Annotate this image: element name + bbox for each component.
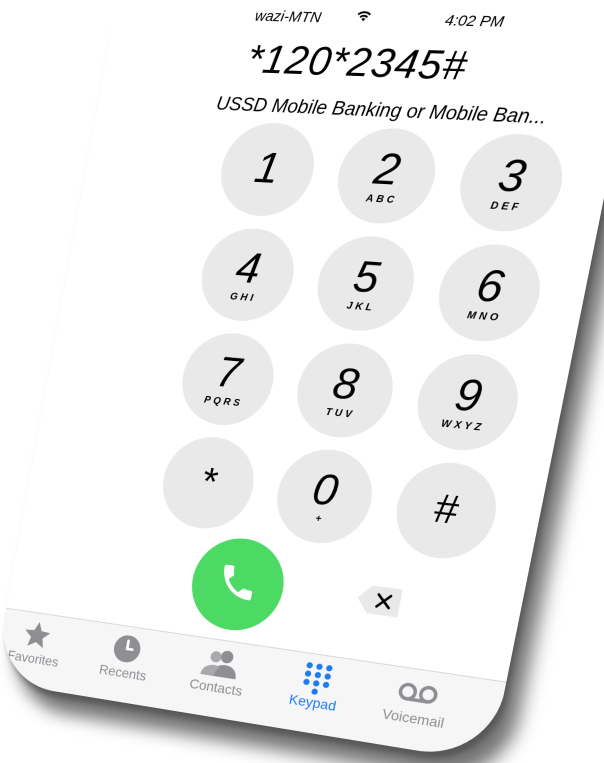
key-3[interactable]: 3 DEF [451,131,572,235]
key-digit: 8 [329,357,363,410]
wifi-icon [354,9,373,26]
call-button[interactable] [184,533,292,637]
contact-match-label[interactable]: USSD Mobile Banking or Mobile Ban... [170,92,599,132]
tab-recents[interactable]: Recents [76,626,176,687]
key-8[interactable]: 8 TUV [289,339,402,443]
key-digit: 6 [472,259,509,312]
key-letters: GHI [229,290,257,304]
phone-icon [212,558,263,611]
key-letters: PQRS [203,394,244,409]
key-2[interactable]: 2 ABC [329,126,444,227]
key-6[interactable]: 6 MNO [430,241,549,346]
delete-button[interactable] [352,582,405,620]
key-digit: # [430,486,462,534]
key-digit: 3 [494,149,531,202]
key-star[interactable]: * [155,432,262,534]
key-digit: 9 [450,368,487,422]
key-digit: 1 [251,143,284,193]
key-digit: 7 [212,347,246,398]
key-5[interactable]: 5 JKL [309,233,423,335]
key-digit: * [196,459,220,504]
key-4[interactable]: 4 GHI [193,225,302,325]
key-hash[interactable]: # [388,457,505,565]
key-letters: JKL [345,300,376,314]
key-digit: 0 [308,463,343,516]
key-digit: 4 [232,243,265,293]
tab-voicemail[interactable]: Voicemail [361,669,474,735]
status-bar: wazi-MTN 4:02 PM [113,5,604,38]
key-9[interactable]: 9 WXYZ [409,350,527,456]
backspace-icon [352,583,403,623]
key-7[interactable]: 7 PQRS [174,329,282,430]
key-letters: ABC [365,192,399,206]
key-0[interactable]: 0 + [269,444,381,549]
dialed-number: *120*2345# [243,37,472,89]
key-letters: TUV [324,406,356,421]
key-letters: + [314,513,326,525]
tab-bar: Favorites Recents Contacts Keypad Voicem… [0,607,507,763]
key-digit: 5 [349,251,384,303]
key-digit: 2 [370,143,405,195]
key-letters: WXYZ [440,417,486,434]
key-letters: DEF [489,199,523,214]
key-letters: MNO [466,309,503,324]
key-1[interactable]: 1 [213,121,323,219]
carrier-label: wazi-MTN [253,7,323,27]
phone-screen: wazi-MTN 4:02 PM *120*2345# USSD Mobile … [0,0,604,763]
clock-time: 4:02 PM [443,11,506,31]
tab-keypad[interactable]: Keypad [262,654,370,718]
tab-contacts[interactable]: Contacts [167,640,271,703]
tab-favorites[interactable]: Favorites [0,613,85,673]
